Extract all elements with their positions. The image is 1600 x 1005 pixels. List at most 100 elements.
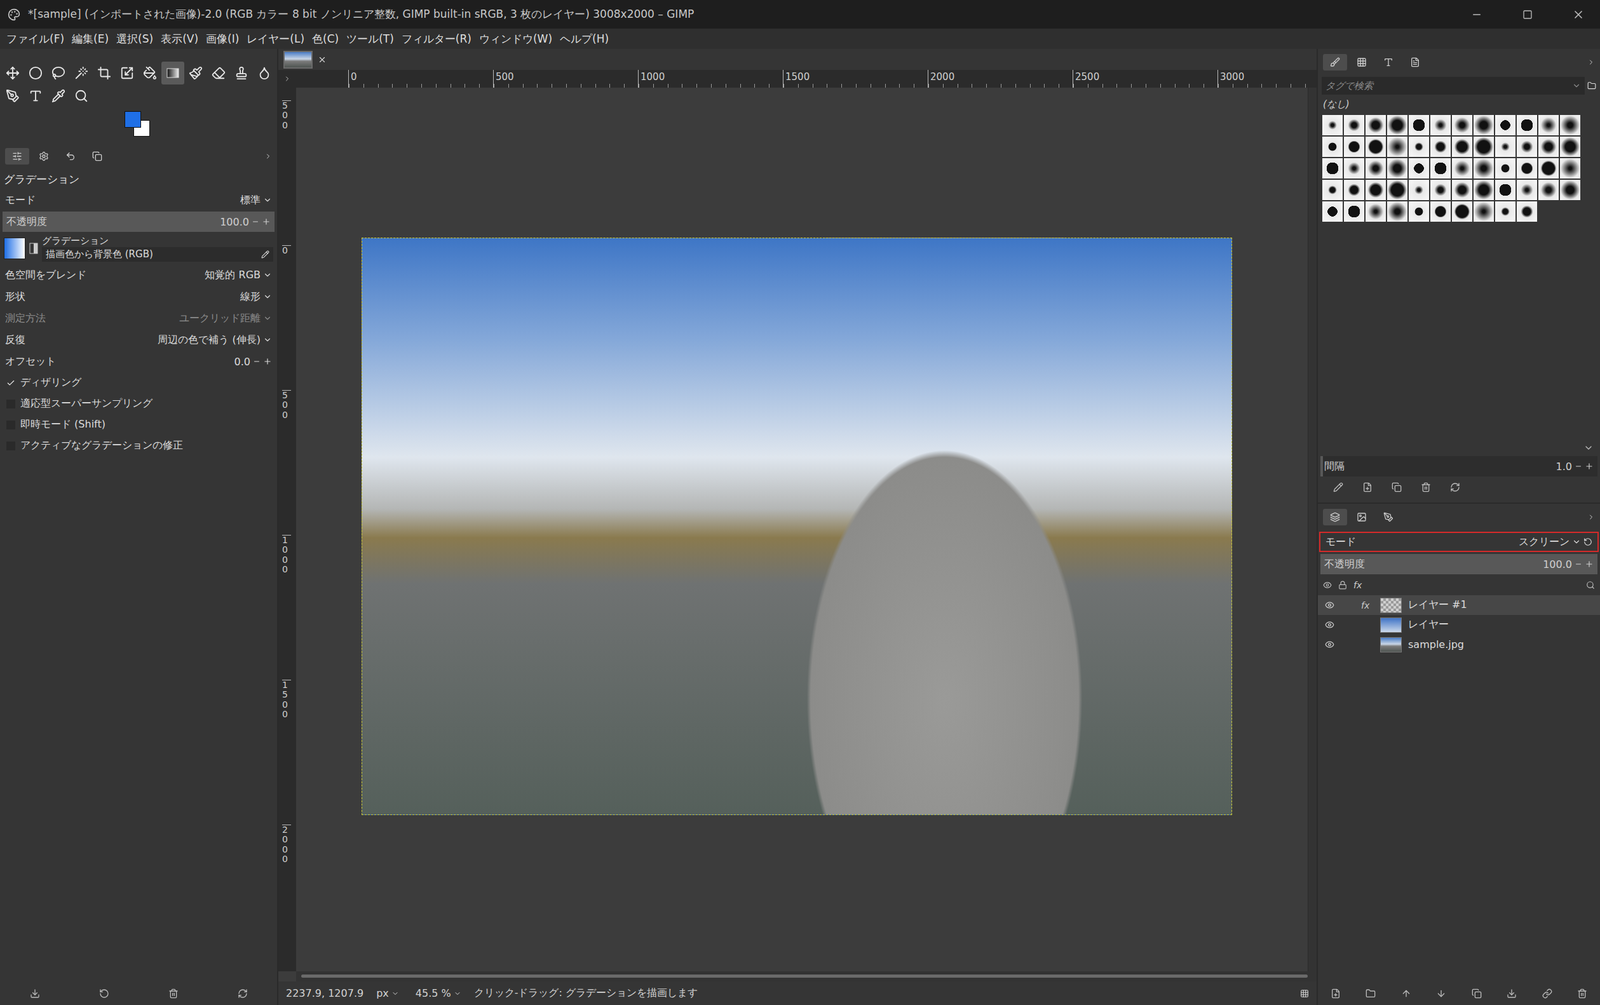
increase-icon[interactable] — [1584, 461, 1594, 471]
brush-item[interactable] — [1430, 179, 1451, 201]
decrease-icon[interactable] — [252, 357, 261, 366]
unit-select[interactable]: px — [372, 986, 403, 1001]
menu-item[interactable]: 画像(I) — [202, 29, 243, 49]
select-row[interactable]: 反復周辺の色で補う (伸長) — [0, 329, 278, 351]
brush-item[interactable] — [1559, 179, 1581, 201]
brush-item[interactable] — [1365, 136, 1386, 157]
duplicate-icon[interactable] — [1471, 988, 1482, 999]
tool-button[interactable] — [1, 84, 25, 108]
tool-button[interactable] — [207, 61, 231, 85]
layer-opacity-slider[interactable]: 不透明度100.0 — [1320, 554, 1598, 575]
tab-menu-icon[interactable] — [264, 152, 272, 161]
brush-item[interactable] — [1451, 115, 1473, 136]
decrease-icon[interactable] — [1574, 560, 1583, 569]
checkbox[interactable] — [6, 399, 16, 409]
raise-icon[interactable] — [1401, 988, 1412, 999]
brush-item[interactable] — [1365, 115, 1386, 136]
brush-item[interactable] — [1343, 179, 1365, 201]
undo-tab[interactable] — [58, 148, 83, 165]
brush-item[interactable] — [1473, 115, 1494, 136]
search-icon[interactable] — [1586, 580, 1595, 590]
checkbox[interactable] — [6, 441, 16, 451]
tool-button[interactable] — [252, 61, 276, 85]
tag-search[interactable]: タグで検索 — [1321, 76, 1585, 95]
documents-tab[interactable] — [1403, 54, 1428, 71]
brush-item[interactable] — [1538, 115, 1559, 136]
select-row[interactable]: 形状線形 — [0, 285, 278, 308]
brush-item[interactable] — [1387, 179, 1408, 201]
brush-item[interactable] — [1343, 201, 1365, 222]
tool-button[interactable] — [1, 61, 25, 85]
delete-layer-icon[interactable] — [1577, 988, 1588, 999]
brushes-tab[interactable] — [1322, 54, 1348, 71]
patterns-tab[interactable] — [1349, 54, 1374, 71]
brush-item[interactable] — [1322, 201, 1343, 222]
mode-reset-icon[interactable] — [1583, 537, 1593, 547]
brush-item[interactable] — [1538, 158, 1559, 179]
brush-item[interactable] — [1408, 115, 1430, 136]
merge-icon[interactable] — [1506, 988, 1517, 999]
brush-item[interactable] — [1451, 136, 1473, 157]
new-group-icon[interactable] — [1365, 988, 1376, 999]
layer-row[interactable]: sample.jpg — [1317, 634, 1600, 655]
menu-item[interactable]: 選択(S) — [112, 29, 157, 49]
brush-item[interactable] — [1322, 136, 1343, 157]
brush-item[interactable] — [1473, 136, 1494, 157]
close-button[interactable] — [1556, 0, 1600, 29]
brush-item[interactable] — [1387, 201, 1408, 222]
checkbox-row[interactable]: ディザリング — [0, 372, 278, 394]
brush-item[interactable] — [1430, 115, 1451, 136]
menu-item[interactable]: レイヤー(L) — [242, 29, 309, 49]
checkbox-row[interactable]: アクティブなグラデーションの修正 — [0, 435, 278, 457]
delete-brush-icon[interactable] — [1420, 482, 1431, 493]
brush-item[interactable] — [1387, 136, 1408, 157]
brush-item[interactable] — [1343, 136, 1365, 157]
brush-item[interactable] — [1430, 201, 1451, 222]
reset-icon[interactable] — [237, 988, 248, 999]
brush-item[interactable] — [1495, 179, 1516, 201]
select-row[interactable]: 測定方法ユークリッド距離 — [0, 307, 278, 330]
layer-row[interactable]: レイヤー — [1317, 615, 1600, 635]
eye-icon[interactable] — [1324, 600, 1335, 611]
foreground-color[interactable] — [124, 111, 142, 128]
increase-icon[interactable] — [263, 357, 272, 367]
checkbox[interactable] — [6, 420, 16, 430]
tool-button[interactable] — [24, 84, 48, 108]
restore-icon[interactable] — [99, 988, 110, 999]
brush-item[interactable] — [1322, 158, 1343, 179]
brush-item[interactable] — [1495, 158, 1516, 179]
checkbox-row[interactable]: 即時モード (Shift) — [0, 414, 278, 436]
gradient-preview[interactable] — [3, 237, 26, 260]
tool-button[interactable] — [161, 61, 185, 85]
minimize-button[interactable] — [1455, 0, 1499, 29]
image-tab[interactable] — [283, 50, 313, 69]
vertical-scrollbar[interactable] — [1307, 87, 1317, 972]
menu-item[interactable]: フィルター(R) — [397, 29, 476, 49]
tab-menu-icon[interactable] — [1587, 513, 1595, 522]
brush-item[interactable] — [1365, 179, 1386, 201]
maximize-button[interactable] — [1505, 0, 1550, 29]
tool-button[interactable] — [24, 61, 48, 85]
decrease-icon[interactable] — [1574, 462, 1583, 471]
increase-icon[interactable] — [261, 217, 271, 227]
mask-icon[interactable] — [1542, 988, 1553, 999]
brush-item[interactable] — [1495, 201, 1516, 222]
brush-item[interactable] — [1473, 179, 1494, 201]
brush-item[interactable] — [1408, 179, 1430, 201]
fonts-tab[interactable] — [1376, 54, 1401, 71]
menu-item[interactable]: 編集(E) — [67, 29, 113, 49]
menu-item[interactable]: ファイル(F) — [2, 29, 68, 49]
refresh-brush-icon[interactable] — [1450, 482, 1461, 493]
brush-item[interactable] — [1516, 136, 1538, 157]
checkbox-row[interactable]: 適応型スーパーサンプリング — [0, 393, 278, 415]
save-options-icon[interactable] — [29, 988, 41, 999]
scroll-thumb[interactable] — [301, 974, 1308, 978]
brush-item[interactable] — [1516, 179, 1538, 201]
brush-item[interactable] — [1559, 115, 1581, 136]
brush-item[interactable] — [1408, 158, 1430, 179]
delete-icon[interactable] — [168, 988, 179, 999]
brush-item[interactable] — [1451, 179, 1473, 201]
opacity-slider[interactable]: 不透明度100.0 — [2, 211, 275, 232]
brush-item[interactable] — [1538, 179, 1559, 201]
brush-item[interactable] — [1365, 158, 1386, 179]
